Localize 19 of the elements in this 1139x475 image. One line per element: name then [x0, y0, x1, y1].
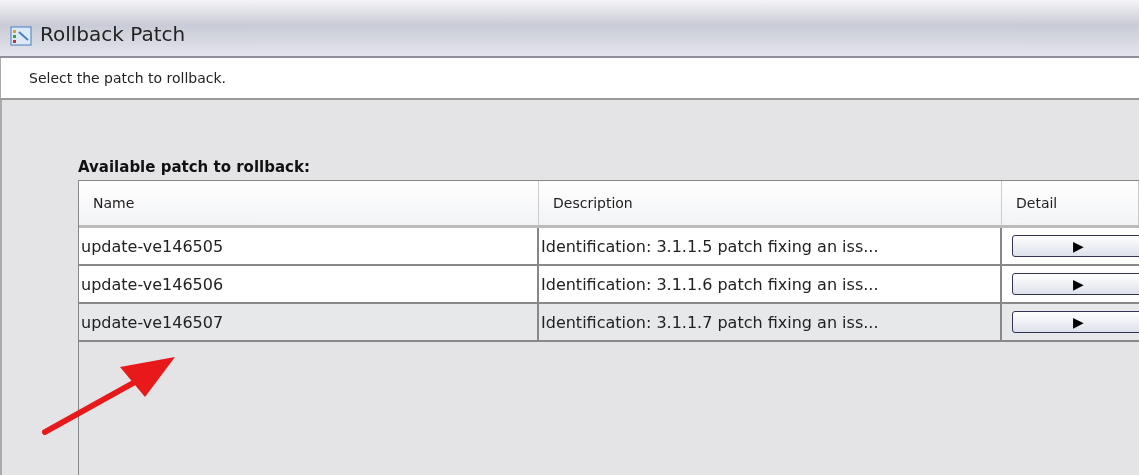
table-cell: update-ve146505 — [79, 228, 539, 264]
column-header[interactable]: Description — [539, 181, 1002, 225]
table-cell: update-ve146506 — [79, 266, 539, 302]
column-header[interactable]: Detail — [1002, 181, 1139, 225]
table-cell: Identification: 3.1.1.6 patch fixing an iss... — [539, 266, 1002, 302]
table-row[interactable]: update-ve146507 Identification: 3.1.1.7 patch fixing an iss... ▶ — [79, 304, 1139, 342]
column-header[interactable]: Name — [79, 181, 539, 225]
detail-button[interactable]: ▶ — [1012, 273, 1139, 295]
table-row[interactable]: update-ve146506 Identification: 3.1.1.6 patch fixing an iss... ▶ — [79, 266, 1139, 304]
table-label: Available patch to rollback: — [78, 158, 311, 176]
window-title: Rollback Patch — [40, 22, 186, 46]
table-cell: Identification: 3.1.1.5 patch fixing an iss... — [539, 228, 1002, 264]
window-icon — [10, 26, 32, 46]
detail-button[interactable]: ▶ — [1012, 235, 1139, 257]
instruction-text: Select the patch to rollback. — [0, 58, 1139, 100]
table-row[interactable]: update-ve146505 Identification: 3.1.1.5 patch fixing an iss... ▶ — [79, 228, 1139, 266]
table-cell: update-ve146507 — [79, 304, 539, 340]
detail-button[interactable]: ▶ — [1012, 311, 1139, 333]
table-cell: Identification: 3.1.1.7 patch fixing an iss... — [539, 304, 1002, 340]
